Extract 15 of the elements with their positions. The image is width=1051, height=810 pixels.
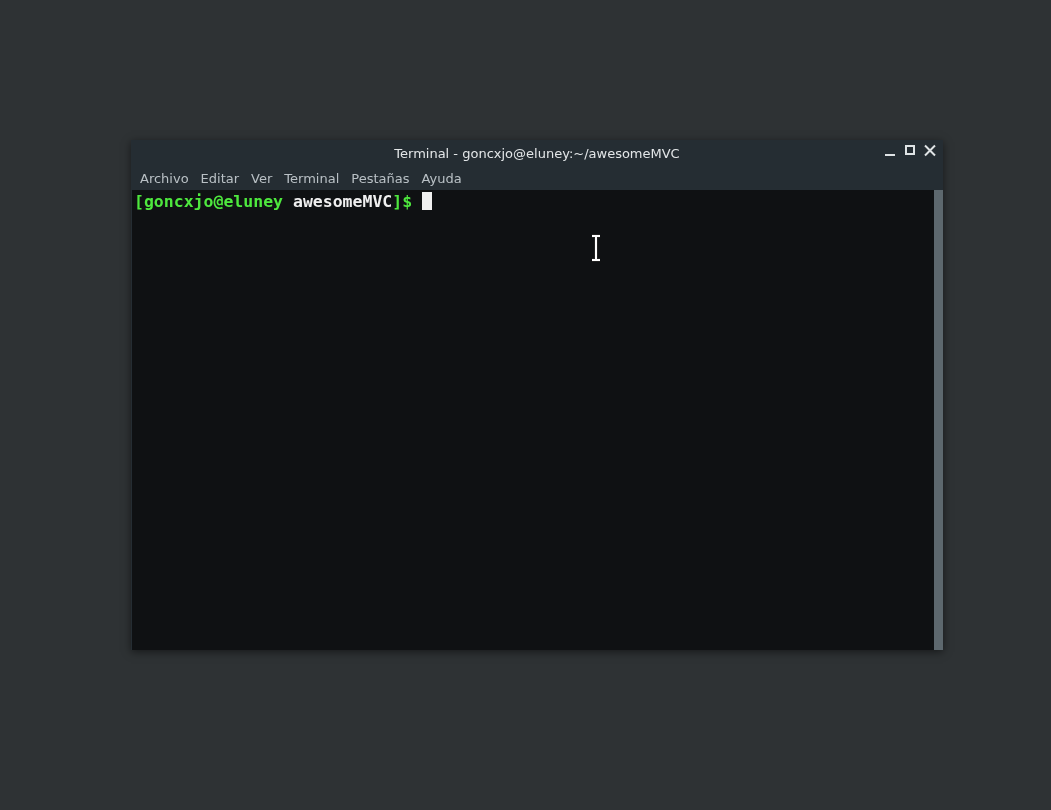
menu-item[interactable]: Archivo — [134, 170, 195, 186]
prompt-symbol: ]$ — [392, 192, 413, 211]
scrollbar[interactable] — [934, 190, 943, 650]
maximize-icon[interactable] — [903, 144, 917, 158]
menu-item[interactable]: Editar — [194, 170, 246, 186]
prompt-user-host: [goncxjo@eluney — [134, 192, 283, 211]
close-icon[interactable] — [923, 144, 937, 158]
menu-item[interactable]: Ayuda — [415, 170, 468, 186]
text-cursor — [422, 192, 433, 210]
text-cursor-icon — [590, 234, 602, 262]
menu-item[interactable]: Ver — [245, 170, 279, 186]
window-title: Terminal - goncxjo@eluney:~/awesomeMVC — [394, 145, 680, 161]
menu-item[interactable]: Terminal — [278, 170, 346, 186]
menu-item[interactable]: Pestañas — [345, 170, 416, 186]
prompt-directory: awesomeMVC — [291, 192, 393, 211]
